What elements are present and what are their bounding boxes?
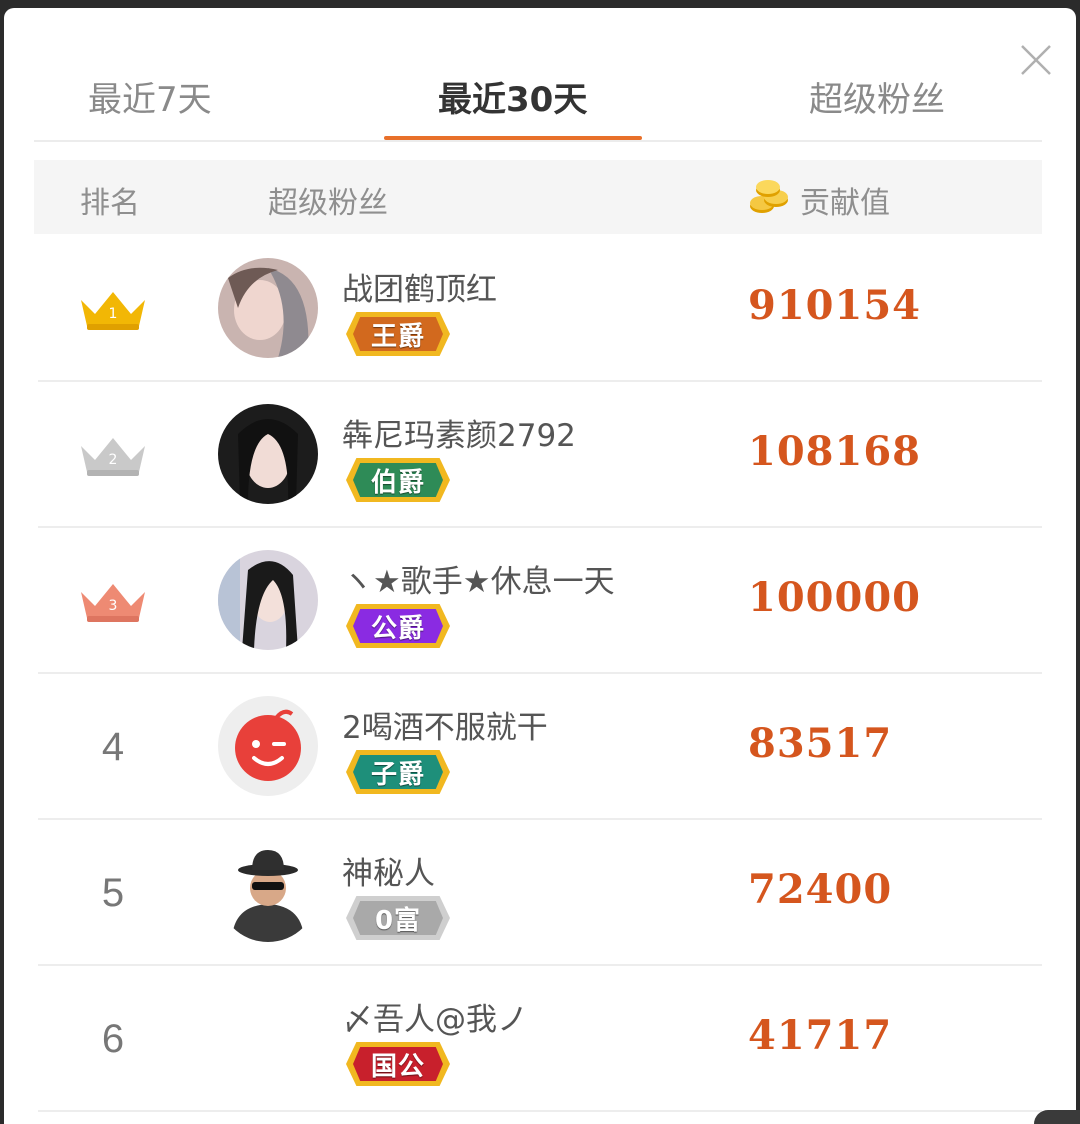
fan-name[interactable]: 2喝酒不服就干 [342,702,548,747]
avatar[interactable] [218,696,318,796]
rank-cell: 5 [68,820,158,966]
header-super-fan: 超级粉丝 [268,186,388,221]
contribution-value: 100000 [748,574,921,621]
fan-name[interactable]: 战团鹤顶红 [342,264,497,309]
ranking-list: 1 战团鹤顶红 王爵 910154 2 犇尼玛素颜2792 伯爵 108168 … [38,236,1042,1112]
rank-badge: 伯爵 [346,458,450,502]
avatar[interactable] [218,258,318,358]
rank-number: 5 [101,870,125,915]
silver-crown-icon: 2 [81,438,145,476]
tab-super-fans[interactable]: 超级粉丝 [809,72,945,121]
contribution-value: 83517 [748,720,893,767]
table-row[interactable]: 4 2喝酒不服就干 子爵 83517 [38,674,1042,820]
rank-cell: 4 [68,674,158,820]
rank-cell: 6 [68,966,158,1112]
rank-badge: 子爵 [346,750,450,794]
gold-coins-icon [750,180,788,213]
fan-name[interactable]: 〆吾人@我ノ [342,994,528,1039]
avatar[interactable] [218,404,318,504]
svg-text:1: 1 [109,306,118,322]
contribution-value: 910154 [748,282,921,329]
table-header: 排名 超级粉丝 贡献值 [34,160,1042,234]
rank-badge: 国公 [346,1042,450,1086]
table-row[interactable]: 2 犇尼玛素颜2792 伯爵 108168 [38,382,1042,528]
contribution-value: 72400 [748,866,893,913]
table-row[interactable]: 5 神秘人 0富 72400 [38,820,1042,966]
svg-text:3: 3 [109,598,118,614]
rank-badge: 0富 [346,896,450,940]
header-contribution: 贡献值 [800,186,890,221]
rank-cell: 2 [68,382,158,528]
fan-name[interactable]: 神秘人 [342,848,435,893]
active-tab-indicator [384,136,642,140]
period-tabs: 最近7天 最近30天 超级粉丝 [34,64,1042,142]
rank-number: 6 [101,1016,125,1061]
rank-number: 4 [101,724,125,769]
table-row[interactable]: 6 〆吾人@我ノ 国公 41717 [38,966,1042,1112]
table-row[interactable]: 3 ヽ★歌手★休息一天 公爵 100000 [38,528,1042,674]
ranking-dialog: 最近7天 最近30天 超级粉丝 排名 超级粉丝 贡献值 1 战团鹤顶红 王爵 9… [4,8,1076,1124]
header-rank: 排名 [80,186,140,221]
bronze-crown-icon: 3 [81,584,145,622]
scrollbar-thumb[interactable] [1034,1110,1080,1124]
svg-text:2: 2 [109,452,118,468]
fan-name[interactable]: 犇尼玛素颜2792 [342,410,576,455]
avatar[interactable] [218,842,318,942]
table-row[interactable]: 1 战团鹤顶红 王爵 910154 [38,236,1042,382]
fan-name[interactable]: ヽ★歌手★休息一天 [342,556,615,601]
tab-last-7-days[interactable]: 最近7天 [88,72,212,121]
gold-crown-icon: 1 [81,292,145,330]
rank-badge: 王爵 [346,312,450,356]
avatar[interactable] [218,550,318,650]
contribution-value: 108168 [748,428,921,475]
tab-last-30-days[interactable]: 最近30天 [438,72,587,121]
rank-cell: 1 [68,236,158,382]
rank-cell: 3 [68,528,158,674]
contribution-value: 41717 [748,1012,893,1059]
rank-badge: 公爵 [346,604,450,648]
